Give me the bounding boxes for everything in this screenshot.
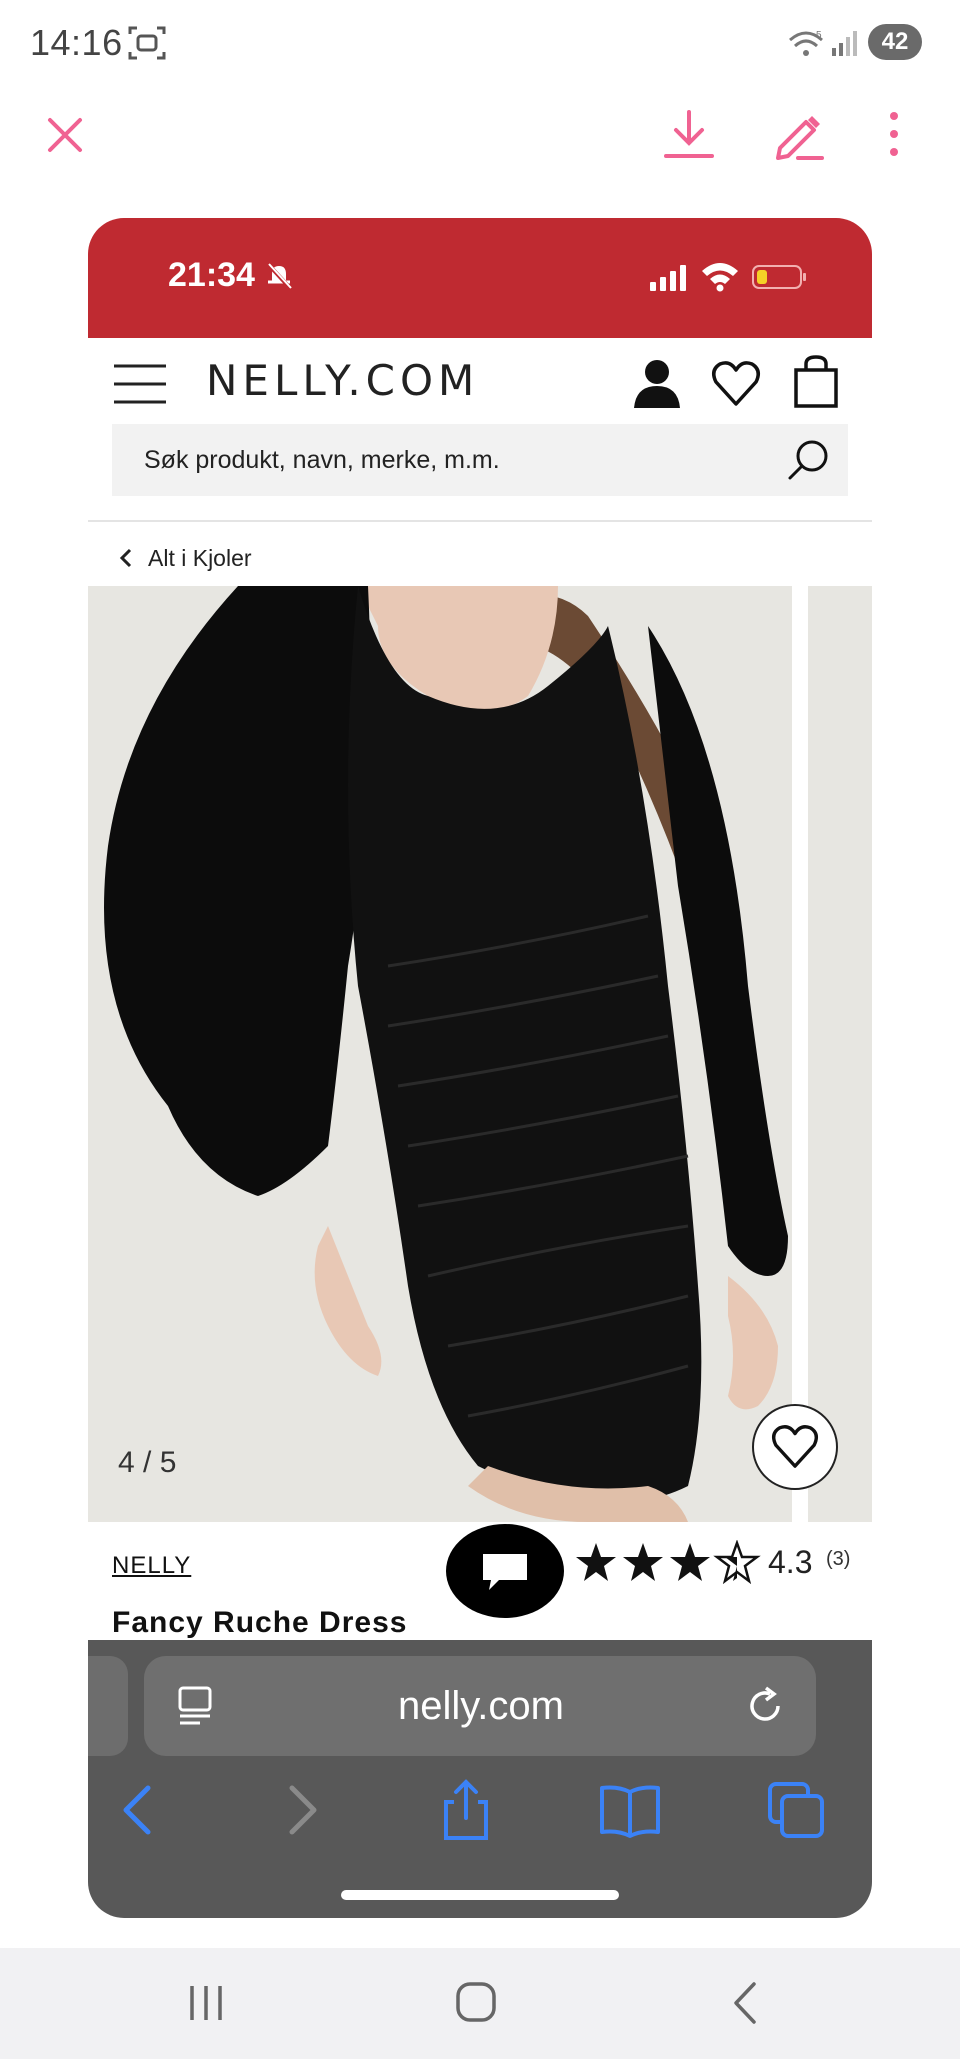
rating-stars xyxy=(576,1540,761,1584)
wifi-icon xyxy=(702,263,738,292)
screenshot-icon xyxy=(128,26,166,60)
breadcrumb-label: Alt i Kjoler xyxy=(148,544,252,571)
half-star-icon xyxy=(713,1540,761,1584)
next-product-image[interactable] xyxy=(808,586,872,1522)
system-clock: 14:16 xyxy=(30,22,123,63)
dress-photo xyxy=(88,586,792,1522)
add-to-wishlist-button[interactable] xyxy=(752,1404,838,1490)
cellular-icon xyxy=(650,265,686,291)
account-icon[interactable] xyxy=(632,358,682,410)
recent-apps-icon[interactable] xyxy=(180,1980,232,2026)
home-indicator[interactable] xyxy=(341,1890,619,1900)
shopping-bag-icon[interactable] xyxy=(792,354,840,408)
search-icon[interactable] xyxy=(786,438,830,482)
back-nav-icon[interactable] xyxy=(720,1980,772,2026)
heart-icon xyxy=(772,1425,818,1468)
search-bar[interactable]: Søk produkt, navn, merke, m.m. xyxy=(112,424,848,496)
share-icon[interactable] xyxy=(434,1778,498,1842)
breadcrumb[interactable]: Alt i Kjoler xyxy=(118,538,252,578)
battery-indicator: 42 xyxy=(868,24,922,60)
tabs-icon[interactable] xyxy=(764,1778,828,1842)
bookmarks-icon[interactable] xyxy=(598,1778,662,1842)
product-brand-link[interactable]: NELLY xyxy=(112,1552,191,1580)
product-image[interactable] xyxy=(88,586,792,1522)
rating-value: 4.3 xyxy=(768,1544,813,1580)
battery-icon xyxy=(752,265,806,289)
home-icon[interactable] xyxy=(450,1980,502,2026)
download-icon[interactable] xyxy=(660,106,718,164)
edit-icon[interactable] xyxy=(770,106,828,164)
search-input[interactable]: Søk produkt, navn, merke, m.m. xyxy=(144,446,786,475)
product-title: Fancy Ruche Dress xyxy=(112,1606,408,1639)
svg-text:5: 5 xyxy=(816,30,822,41)
wifi-icon: 5 xyxy=(789,30,823,56)
header-divider xyxy=(88,520,872,522)
star-icon xyxy=(576,1543,616,1581)
back-icon[interactable] xyxy=(108,1778,172,1842)
wishlist-icon[interactable] xyxy=(710,358,762,410)
previous-tab-edge[interactable] xyxy=(88,1656,128,1756)
signal-icon xyxy=(832,31,857,56)
phone-clock: 21:34 xyxy=(168,256,255,294)
chat-bubble-icon xyxy=(483,1554,527,1590)
browser-nav-toolbar xyxy=(88,1778,872,1858)
star-icon xyxy=(623,1543,663,1581)
gallery-counter: 4 / 5 xyxy=(118,1446,177,1479)
close-icon[interactable] xyxy=(40,110,90,160)
chat-button[interactable] xyxy=(446,1524,564,1618)
site-logo[interactable]: NELLY.COM xyxy=(206,356,479,405)
muted-bell-icon xyxy=(266,262,292,290)
page-menu-icon[interactable] xyxy=(174,1684,218,1728)
phone-screenshot: 21:34 NELLY.COM Søk produkt, navn, merke… xyxy=(88,218,872,1918)
forward-icon[interactable] xyxy=(268,1778,332,1842)
reload-icon[interactable] xyxy=(744,1684,788,1728)
rating-count[interactable]: (3) xyxy=(826,1548,850,1571)
star-icon xyxy=(670,1543,710,1581)
chevron-left-icon xyxy=(119,548,132,568)
url-text: nelly.com xyxy=(398,1683,564,1728)
hamburger-menu-icon[interactable] xyxy=(112,362,168,406)
more-icon[interactable] xyxy=(874,106,914,164)
address-bar[interactable]: nelly.com xyxy=(144,1656,816,1756)
